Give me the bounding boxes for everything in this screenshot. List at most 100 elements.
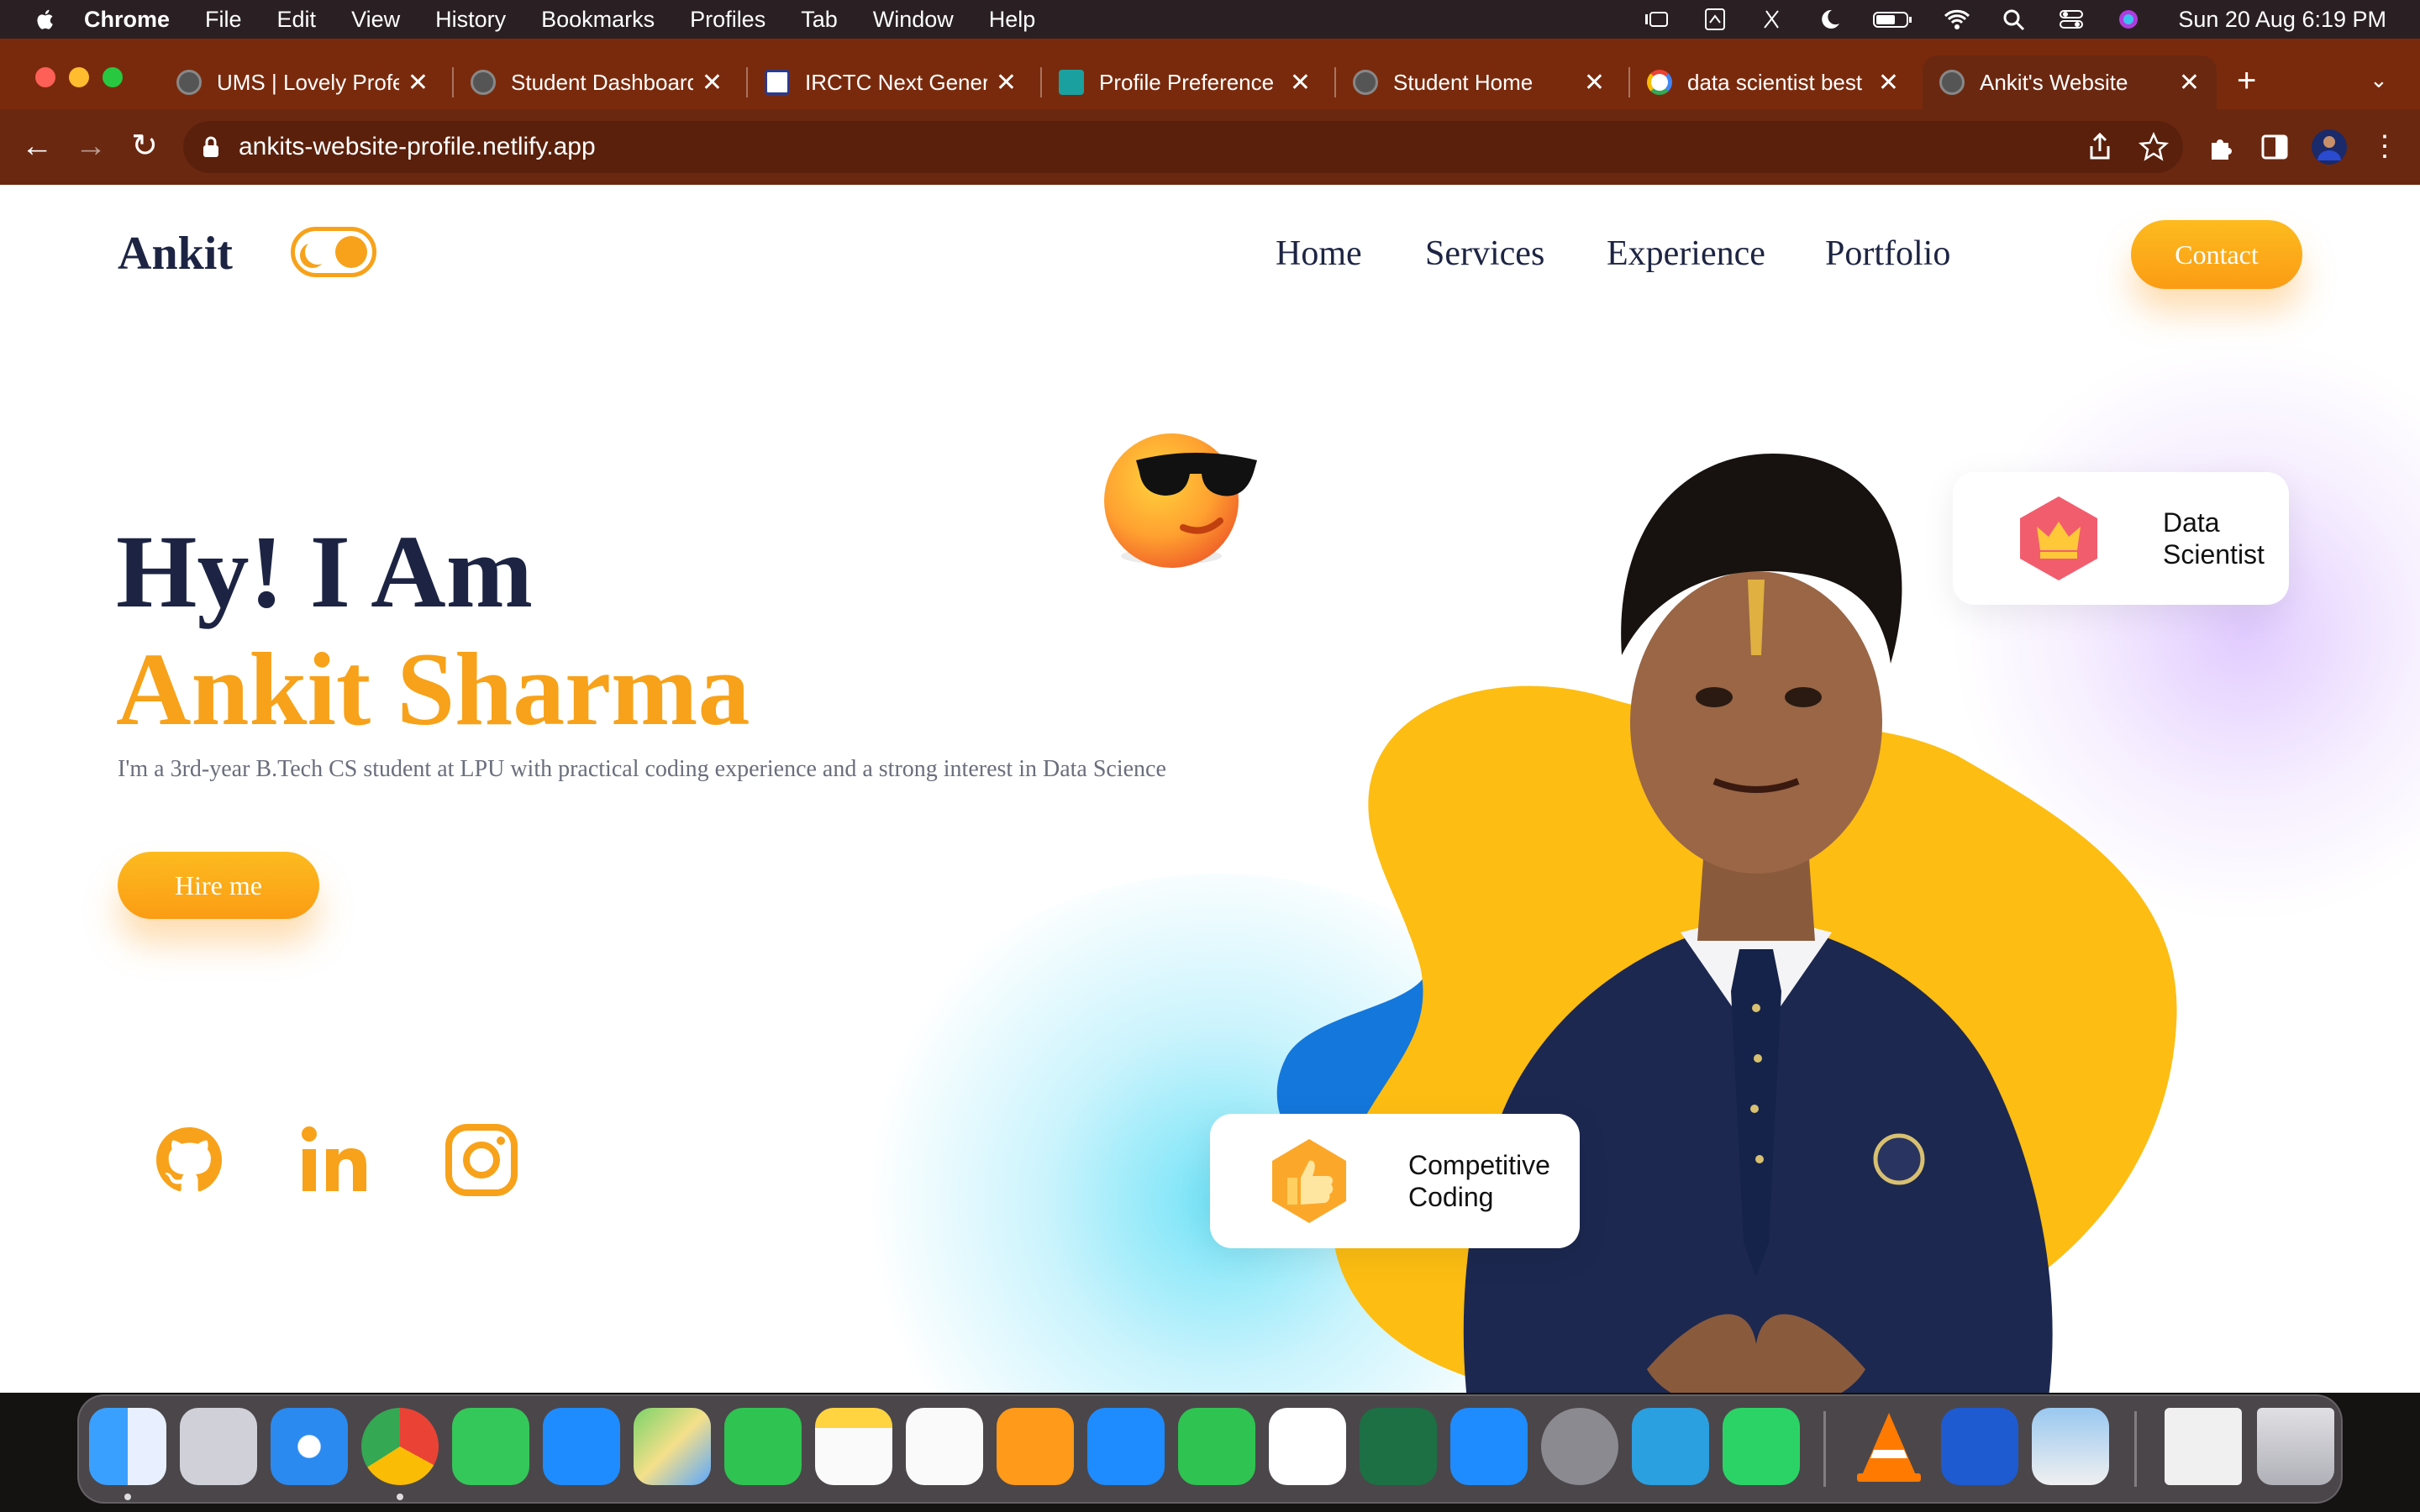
pen-off-icon[interactable] — [1758, 8, 1786, 31]
preview-icon[interactable] — [2032, 1408, 2109, 1485]
telegram-icon[interactable] — [1632, 1408, 1709, 1485]
stage-manager-icon[interactable] — [1644, 8, 1672, 31]
card-title-line2: Coding — [1408, 1182, 1494, 1212]
tab-close-icon[interactable]: ✕ — [702, 68, 723, 97]
menu-profiles[interactable]: Profiles — [690, 7, 765, 33]
launchpad-icon[interactable] — [180, 1408, 257, 1485]
tab-label: Student Dashboard — [511, 69, 693, 95]
profile-avatar-icon[interactable] — [2311, 129, 2348, 165]
browser-tab-student-home[interactable]: Student Home ✕ — [1336, 55, 1622, 109]
wifi-icon[interactable] — [1943, 8, 1971, 31]
menu-help[interactable]: Help — [989, 7, 1036, 33]
theme-toggle[interactable] — [291, 227, 376, 277]
battery-icon[interactable] — [1872, 8, 1914, 31]
facetime-icon[interactable] — [724, 1408, 802, 1485]
forward-arrow-icon[interactable]: → — [72, 128, 109, 165]
moon-icon — [305, 239, 330, 265]
site-logo[interactable]: Ankit — [118, 227, 233, 281]
instagram-icon[interactable] — [444, 1122, 519, 1198]
menu-window[interactable]: Window — [873, 7, 954, 33]
running-indicator — [397, 1494, 403, 1500]
hero-name: Ankit Sharma — [116, 632, 750, 747]
vlc-icon[interactable] — [1850, 1408, 1928, 1485]
siri-icon[interactable] — [2114, 8, 2143, 31]
maps-icon[interactable] — [634, 1408, 711, 1485]
tab-close-icon[interactable]: ✕ — [996, 68, 1017, 97]
menu-clock[interactable]: Sun 20 Aug 6:19 PM — [2178, 7, 2386, 33]
notes-icon[interactable] — [815, 1408, 892, 1485]
vscode-icon[interactable] — [1269, 1408, 1346, 1485]
word-icon[interactable] — [1941, 1408, 2018, 1485]
control-center-icon[interactable] — [2057, 8, 2086, 31]
chevron-down-icon[interactable]: ⌄ — [2370, 67, 2388, 93]
menu-history[interactable]: History — [435, 7, 506, 33]
trash-icon[interactable] — [2257, 1408, 2334, 1485]
minimize-window-button[interactable] — [69, 67, 89, 87]
tab-close-icon[interactable]: ✕ — [408, 68, 429, 97]
menu-bookmarks[interactable]: Bookmarks — [541, 7, 655, 33]
browser-tab-profile-preference[interactable]: Profile Preference F ✕ — [1042, 55, 1328, 109]
spotlight-search-icon[interactable] — [2000, 8, 2028, 31]
reminders-icon[interactable] — [906, 1408, 983, 1485]
nav-services[interactable]: Services — [1425, 234, 1544, 274]
browser-tab-google-search[interactable]: data scientist best ✕ — [1630, 55, 1916, 109]
tab-label: data scientist best — [1687, 69, 1863, 95]
document-status-icon[interactable] — [1701, 8, 1729, 31]
chrome-icon[interactable] — [361, 1408, 439, 1485]
tab-close-icon[interactable]: ✕ — [1584, 68, 1605, 97]
browser-tab-ums[interactable]: UMS | Lovely Profes ✕ — [160, 55, 445, 109]
share-icon[interactable] — [2084, 131, 2116, 163]
side-panel-icon[interactable] — [2259, 131, 2291, 163]
menu-tab[interactable]: Tab — [801, 7, 838, 33]
excel-icon[interactable] — [1360, 1408, 1437, 1485]
nav-portfolio[interactable]: Portfolio — [1825, 234, 1950, 274]
nav-home[interactable]: Home — [1276, 234, 1362, 274]
browser-tab-student-dashboard[interactable]: Student Dashboard ✕ — [454, 55, 739, 109]
menu-app-name[interactable]: Chrome — [84, 7, 170, 33]
tab-close-icon[interactable]: ✕ — [2179, 68, 2200, 97]
browser-tab-irctc[interactable]: IRCTC Next Genera ✕ — [748, 55, 1034, 109]
card-title-line1: Data — [2163, 507, 2220, 538]
app-store-icon[interactable] — [1450, 1408, 1528, 1485]
safari-icon[interactable] — [271, 1408, 348, 1485]
close-window-button[interactable] — [35, 67, 55, 87]
github-icon[interactable] — [151, 1122, 227, 1198]
apple-icon[interactable] — [34, 7, 59, 32]
more-menu-icon[interactable]: ⋮ — [2366, 128, 2403, 165]
mail-icon[interactable] — [543, 1408, 620, 1485]
linkedin-icon[interactable] — [297, 1122, 373, 1198]
lock-icon[interactable] — [202, 136, 220, 158]
menu-file[interactable]: File — [205, 7, 242, 33]
keynote-icon[interactable] — [1087, 1408, 1165, 1485]
tab-close-icon[interactable]: ✕ — [1878, 68, 1899, 97]
whatsapp-icon[interactable] — [1723, 1408, 1800, 1485]
tab-label: Student Home — [1393, 69, 1534, 95]
zoom-window-button[interactable] — [103, 67, 123, 87]
extensions-puzzle-icon[interactable] — [2205, 131, 2237, 163]
bookmark-star-icon[interactable] — [2138, 131, 2170, 163]
irctc-logo-icon — [765, 70, 790, 95]
messages-icon[interactable] — [452, 1408, 529, 1485]
running-indicator — [124, 1494, 131, 1500]
data-scientist-card: Data Scientist — [1953, 472, 2289, 605]
new-tab-icon[interactable]: + — [2237, 62, 2256, 100]
tab-close-icon[interactable]: ✕ — [1290, 68, 1311, 97]
moon-icon[interactable] — [1815, 8, 1844, 31]
documents-folder-icon[interactable] — [2165, 1408, 2242, 1485]
reload-icon[interactable]: ↻ — [126, 128, 163, 165]
system-settings-icon[interactable] — [1541, 1408, 1618, 1485]
pages-icon[interactable] — [997, 1408, 1074, 1485]
globe-icon — [1353, 70, 1378, 95]
browser-tab-ankits-website[interactable]: Ankit's Website ✕ — [1923, 55, 2217, 109]
menu-edit[interactable]: Edit — [277, 7, 317, 33]
back-arrow-icon[interactable]: ← — [18, 128, 55, 165]
url-text[interactable]: ankits-website-profile.netlify.app — [239, 133, 596, 161]
menu-view[interactable]: View — [351, 7, 400, 33]
numbers-icon[interactable] — [1178, 1408, 1255, 1485]
nav-experience[interactable]: Experience — [1607, 234, 1765, 274]
sunglasses-emoji-icon — [1104, 433, 1257, 568]
finder-icon[interactable] — [89, 1408, 166, 1485]
competitive-coding-card: Competitive Coding — [1210, 1114, 1580, 1248]
contact-button[interactable]: Contact — [2131, 220, 2302, 289]
hire-me-button[interactable]: Hire me — [118, 852, 319, 919]
